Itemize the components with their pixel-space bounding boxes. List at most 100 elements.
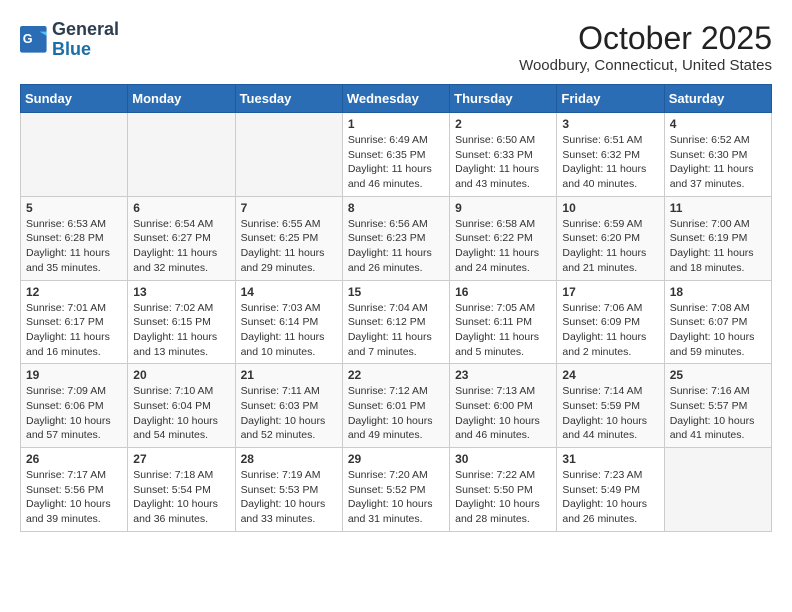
day-number: 15 [348,285,444,299]
day-info: Sunrise: 6:55 AM Sunset: 6:25 PM Dayligh… [241,217,337,276]
day-info: Sunrise: 7:08 AM Sunset: 6:07 PM Dayligh… [670,301,766,360]
calendar-day-cell: 16Sunrise: 7:05 AM Sunset: 6:11 PM Dayli… [450,280,557,364]
calendar-day-cell: 20Sunrise: 7:10 AM Sunset: 6:04 PM Dayli… [128,364,235,448]
day-info: Sunrise: 7:22 AM Sunset: 5:50 PM Dayligh… [455,468,551,527]
weekday-header: Tuesday [235,85,342,113]
day-number: 17 [562,285,658,299]
month-title: October 2025 [519,20,772,57]
weekday-header: Monday [128,85,235,113]
calendar-week-row: 26 Sunrise: 7:17 AM Sunset: 5:56 PM Dayli… [21,448,772,532]
day-info: Sunrise: 7:17 AM Sunset: 5:56 PM Dayligh… [26,468,122,527]
day-number: 25 [670,368,766,382]
weekday-header: Friday [557,85,664,113]
weekday-header: Sunday [21,85,128,113]
weekday-header: Wednesday [342,85,449,113]
day-info: Sunrise: 7:18 AM Sunset: 5:54 PM Dayligh… [133,468,229,527]
calendar-day-cell: 23 Sunrise: 7:13 AM Sunset: 6:00 PM Dayli… [450,364,557,448]
calendar-day-cell: 27 Sunrise: 7:18 AM Sunset: 5:54 PM Dayli… [128,448,235,532]
logo: G General Blue [20,20,119,60]
day-number: 24 [562,368,658,382]
day-number: 8 [348,201,444,215]
day-number: 18 [670,285,766,299]
day-info: Sunrise: 7:20 AM Sunset: 5:52 PM Dayligh… [348,468,444,527]
calendar-day-cell: 8 Sunrise: 6:56 AM Sunset: 6:23 PM Daylig… [342,196,449,280]
day-info: Sunrise: 7:12 AM Sunset: 6:01 PM Dayligh… [348,384,444,443]
day-info: Sunrise: 6:52 AM Sunset: 6:30 PM Dayligh… [670,133,766,192]
page-header: G General Blue October 2025 Woodbury, Co… [20,20,772,74]
day-info: Sunrise: 7:03 AM Sunset: 6:14 PM Dayligh… [241,301,337,360]
day-info: Sunrise: 6:54 AM Sunset: 6:27 PM Dayligh… [133,217,229,276]
day-number: 2 [455,117,551,131]
logo-line1: General [52,20,119,40]
day-info: Sunrise: 7:14 AM Sunset: 5:59 PM Dayligh… [562,384,658,443]
day-info: Sunrise: 6:49 AM Sunset: 6:35 PM Dayligh… [348,133,444,192]
calendar-week-row: 19 Sunrise: 7:09 AM Sunset: 6:06 PM Dayli… [21,364,772,448]
calendar-day-cell: 13Sunrise: 7:02 AM Sunset: 6:15 PM Dayli… [128,280,235,364]
calendar-day-cell: 15 Sunrise: 7:04 AM Sunset: 6:12 PM Dayli… [342,280,449,364]
day-number: 19 [26,368,122,382]
calendar-day-cell: 10 Sunrise: 6:59 AM Sunset: 6:20 PM Dayli… [557,196,664,280]
day-info: Sunrise: 7:00 AM Sunset: 6:19 PM Dayligh… [670,217,766,276]
day-number: 28 [241,452,337,466]
day-info: Sunrise: 7:09 AM Sunset: 6:06 PM Dayligh… [26,384,122,443]
weekday-header: Thursday [450,85,557,113]
day-info: Sunrise: 7:19 AM Sunset: 5:53 PM Dayligh… [241,468,337,527]
day-info: Sunrise: 6:59 AM Sunset: 6:20 PM Dayligh… [562,217,658,276]
calendar-day-cell: 7 Sunrise: 6:55 AM Sunset: 6:25 PM Daylig… [235,196,342,280]
calendar-day-cell: 30 Sunrise: 7:22 AM Sunset: 5:50 PM Dayli… [450,448,557,532]
day-number: 26 [26,452,122,466]
weekday-header: Saturday [664,85,771,113]
day-number: 6 [133,201,229,215]
calendar-day-cell: 18 Sunrise: 7:08 AM Sunset: 6:07 PM Dayli… [664,280,771,364]
day-number: 29 [348,452,444,466]
day-number: 14 [241,285,337,299]
calendar-day-cell: 3Sunrise: 6:51 AM Sunset: 6:32 PM Daylig… [557,113,664,197]
calendar-day-cell [128,113,235,197]
calendar-day-cell: 24 Sunrise: 7:14 AM Sunset: 5:59 PM Dayli… [557,364,664,448]
day-info: Sunrise: 7:01 AM Sunset: 6:17 PM Dayligh… [26,301,122,360]
day-number: 13 [133,285,229,299]
day-number: 12 [26,285,122,299]
day-number: 31 [562,452,658,466]
calendar-day-cell: 25Sunrise: 7:16 AM Sunset: 5:57 PM Dayli… [664,364,771,448]
logo-icon: G [20,26,48,54]
day-number: 30 [455,452,551,466]
calendar-day-cell: 4Sunrise: 6:52 AM Sunset: 6:30 PM Daylig… [664,113,771,197]
calendar-day-cell: 11 Sunrise: 7:00 AM Sunset: 6:19 PM Dayli… [664,196,771,280]
calendar-day-cell: 26 Sunrise: 7:17 AM Sunset: 5:56 PM Dayli… [21,448,128,532]
day-number: 22 [348,368,444,382]
title-block: October 2025 Woodbury, Connecticut, Unit… [519,20,772,74]
calendar-week-row: 1Sunrise: 6:49 AM Sunset: 6:35 PM Daylig… [21,113,772,197]
day-info: Sunrise: 7:04 AM Sunset: 6:12 PM Dayligh… [348,301,444,360]
day-info: Sunrise: 7:05 AM Sunset: 6:11 PM Dayligh… [455,301,551,360]
day-number: 7 [241,201,337,215]
calendar-day-cell: 5 Sunrise: 6:53 AM Sunset: 6:28 PM Daylig… [21,196,128,280]
location-text: Woodbury, Connecticut, United States [519,57,772,74]
day-info: Sunrise: 7:10 AM Sunset: 6:04 PM Dayligh… [133,384,229,443]
day-number: 10 [562,201,658,215]
day-info: Sunrise: 7:13 AM Sunset: 6:00 PM Dayligh… [455,384,551,443]
calendar-day-cell: 12 Sunrise: 7:01 AM Sunset: 6:17 PM Dayli… [21,280,128,364]
calendar-day-cell: 19 Sunrise: 7:09 AM Sunset: 6:06 PM Dayli… [21,364,128,448]
day-info: Sunrise: 6:50 AM Sunset: 6:33 PM Dayligh… [455,133,551,192]
day-info: Sunrise: 6:53 AM Sunset: 6:28 PM Dayligh… [26,217,122,276]
day-number: 11 [670,201,766,215]
calendar-day-cell: 6 Sunrise: 6:54 AM Sunset: 6:27 PM Daylig… [128,196,235,280]
day-number: 5 [26,201,122,215]
calendar-day-cell [235,113,342,197]
day-info: Sunrise: 6:56 AM Sunset: 6:23 PM Dayligh… [348,217,444,276]
day-number: 27 [133,452,229,466]
calendar-day-cell: 22 Sunrise: 7:12 AM Sunset: 6:01 PM Dayli… [342,364,449,448]
day-info: Sunrise: 7:23 AM Sunset: 5:49 PM Dayligh… [562,468,658,527]
day-info: Sunrise: 7:11 AM Sunset: 6:03 PM Dayligh… [241,384,337,443]
calendar-day-cell: 17Sunrise: 7:06 AM Sunset: 6:09 PM Dayli… [557,280,664,364]
logo-line2: Blue [52,40,119,60]
day-number: 23 [455,368,551,382]
calendar-day-cell: 21Sunrise: 7:11 AM Sunset: 6:03 PM Dayli… [235,364,342,448]
svg-text:G: G [23,32,33,46]
calendar-day-cell: 14 Sunrise: 7:03 AM Sunset: 6:14 PM Dayli… [235,280,342,364]
calendar-day-cell [21,113,128,197]
calendar-day-cell [664,448,771,532]
logo-text: General Blue [52,20,119,60]
calendar-day-cell: 28 Sunrise: 7:19 AM Sunset: 5:53 PM Dayli… [235,448,342,532]
